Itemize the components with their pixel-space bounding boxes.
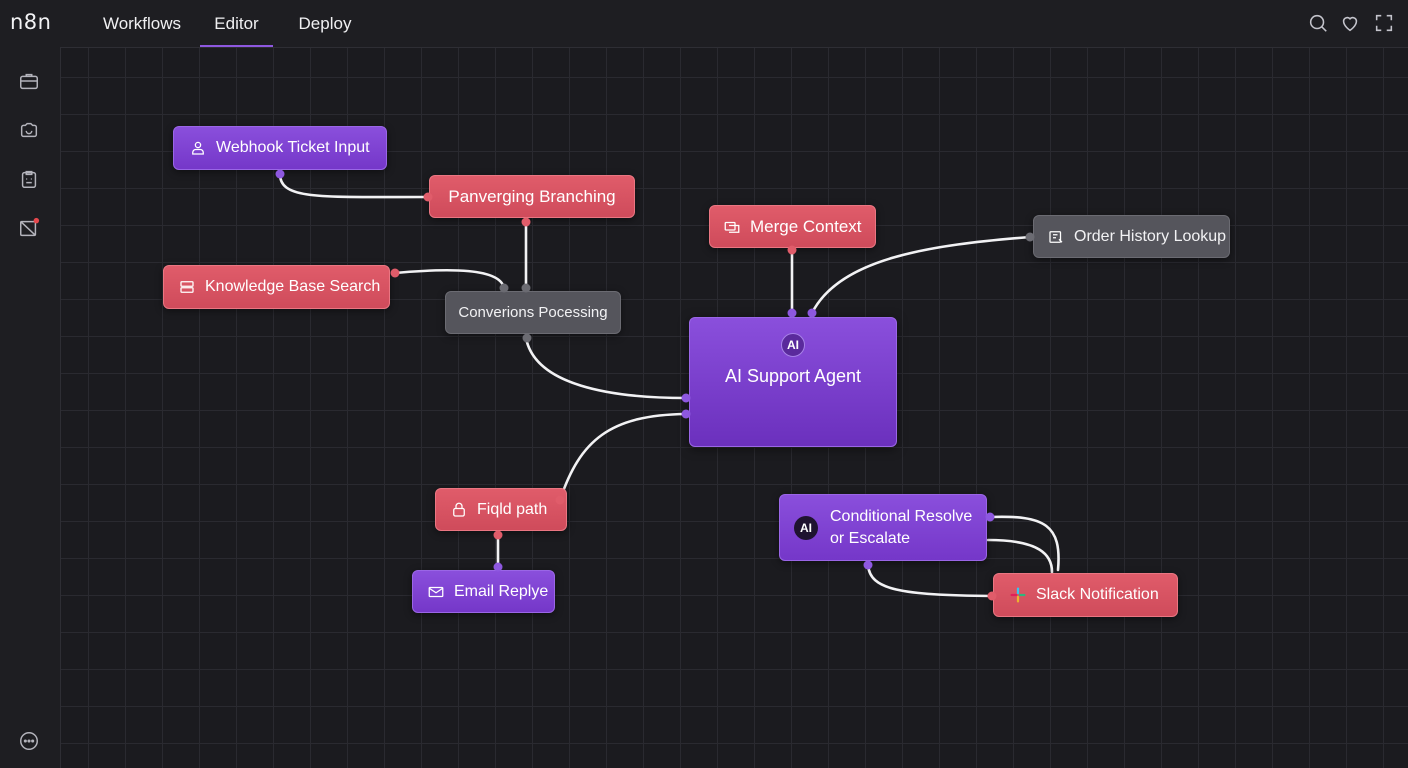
database-icon <box>178 278 196 296</box>
port[interactable] <box>423 192 433 202</box>
field-path-node[interactable]: Fiqld path <box>435 488 567 531</box>
port[interactable] <box>493 530 503 540</box>
port[interactable] <box>555 495 565 505</box>
email-reply-node[interactable]: Email Replye <box>412 570 555 613</box>
node-label: Panverging Branching <box>448 186 616 206</box>
briefcase-icon[interactable] <box>17 69 41 93</box>
slack-icon <box>1009 586 1027 604</box>
port[interactable] <box>1025 232 1035 242</box>
lookup-icon <box>1047 228 1065 246</box>
port[interactable] <box>985 512 995 522</box>
port[interactable] <box>499 283 509 293</box>
tab-editor[interactable]: Editor <box>200 0 273 47</box>
port[interactable] <box>522 333 532 343</box>
order-history-lookup-node[interactable]: Order History Lookup <box>1033 215 1230 258</box>
port[interactable] <box>390 268 400 278</box>
merge-context-node[interactable]: Merge Context <box>709 205 876 248</box>
tab-deploy[interactable]: Deploy <box>296 0 354 47</box>
node-label: Merge Context <box>750 216 862 236</box>
search-icon[interactable] <box>1307 12 1331 36</box>
sidebar: n8n <box>0 0 61 768</box>
port[interactable] <box>987 591 997 601</box>
node-label: Order History Lookup <box>1074 227 1227 245</box>
node-label: Fiqld path <box>477 500 548 518</box>
port[interactable] <box>863 560 873 570</box>
node-label: Webhook Ticket Input <box>216 139 370 156</box>
node-label-line2: or Escalate <box>830 529 911 547</box>
email-icon <box>427 583 445 601</box>
node-label: Knowledge Base Search <box>205 278 381 295</box>
port[interactable] <box>275 169 285 179</box>
knowledge-base-search-node[interactable]: Knowledge Base Search <box>163 265 390 309</box>
slack-notification-node[interactable]: Slack Notification <box>993 573 1178 617</box>
more-icon[interactable] <box>17 729 41 753</box>
heart-icon[interactable] <box>1339 12 1363 36</box>
port[interactable] <box>787 245 797 255</box>
port[interactable] <box>807 308 817 318</box>
camera-flow-icon[interactable] <box>17 118 41 142</box>
top-bar: Workflows Editor Deploy <box>60 0 1408 48</box>
node-label: Email Replye <box>454 582 549 600</box>
conditional-resolve-node[interactable]: AI Conditional Resolve or Escalate <box>779 494 987 561</box>
port[interactable] <box>787 308 797 318</box>
port[interactable] <box>521 217 531 227</box>
clipboard-icon[interactable] <box>17 167 41 191</box>
port[interactable] <box>493 562 503 572</box>
expand-icon[interactable] <box>1373 12 1397 36</box>
node-label-line1: Conditional Resolve <box>830 507 973 525</box>
conversions-processing-node[interactable]: Converions Pocessing <box>445 291 621 334</box>
merge-icon <box>723 218 741 236</box>
ai-badge: AI <box>794 515 818 540</box>
ai-support-agent-node[interactable]: AI AI Support Agent <box>689 317 897 447</box>
port[interactable] <box>681 393 691 403</box>
webhook-icon <box>189 139 207 157</box>
panverging-branching-node[interactable]: Panverging Branching <box>429 175 635 218</box>
node-label: Slack Notification <box>1036 586 1159 603</box>
ai-badge: AI <box>781 333 805 357</box>
lock-icon <box>450 501 468 519</box>
port[interactable] <box>521 283 531 293</box>
node-label: AI Support Agent <box>724 366 862 386</box>
node-label: Converions Pocessing <box>458 304 608 321</box>
notification-icon[interactable] <box>17 216 41 240</box>
port[interactable] <box>681 409 691 419</box>
webhook-ticket-input-node[interactable]: Webhook Ticket Input <box>173 126 387 170</box>
n8n-logo[interactable]: n8n <box>10 10 51 34</box>
tab-workflows[interactable]: Workflows <box>100 0 184 47</box>
